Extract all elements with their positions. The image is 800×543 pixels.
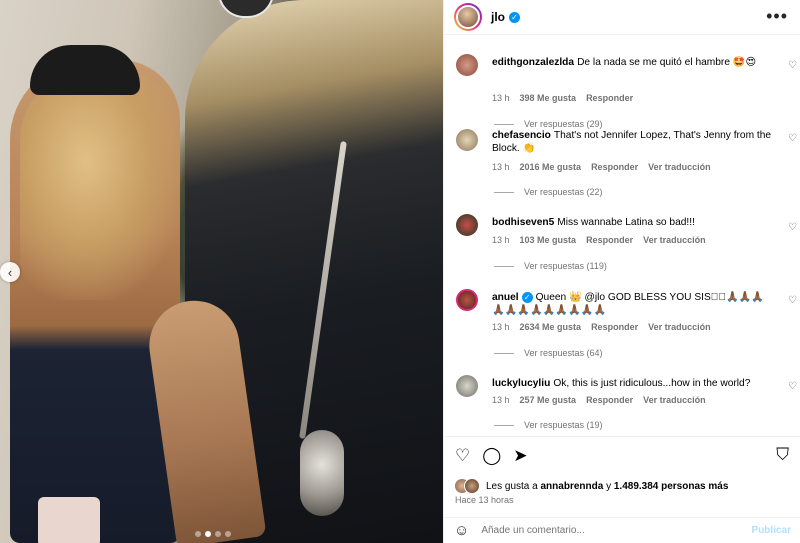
translate-button[interactable]: Ver traducción [643,235,706,245]
comment-like-icon[interactable]: ♡ [788,295,797,306]
comment-text: bodhiseven5 Miss wannabe Latina so bad!!! [492,217,695,228]
liker-username[interactable]: annabrennda [541,481,604,492]
comment-time[interactable]: 13 h [492,93,510,103]
likes-summary[interactable]: Les gusta a annabrennda y 1.489.384 pers… [454,478,728,494]
commenter-avatar[interactable] [456,375,478,397]
view-replies-button[interactable]: Ver respuestas (119) [494,261,607,271]
publish-button[interactable]: Publicar [752,525,791,536]
liker-avatar [464,478,480,494]
carousel-prev-button[interactable]: ‹ [0,262,20,282]
reply-button[interactable]: Responder [591,162,638,172]
more-options-icon[interactable]: ••• [766,6,788,27]
carousel-dots [195,531,231,537]
comment-time[interactable]: 13 h [492,235,510,245]
commenter-username[interactable]: edithgonzalezlda [492,57,574,68]
translate-button[interactable]: Ver traducción [648,162,711,172]
comment-likes[interactable]: 398 Me gusta [520,93,577,103]
comment-meta: 13 h 2016 Me gusta Responder Ver traducc… [492,162,711,172]
comment-input[interactable] [481,525,752,536]
translate-button[interactable]: Ver traducción [643,395,706,405]
commenter-username[interactable]: chefasencio [492,130,551,141]
view-replies-button[interactable]: Ver respuestas (29) [494,119,603,129]
comment-like-icon[interactable]: ♡ [788,222,797,233]
carousel-dot [195,531,201,537]
carousel-dot [215,531,221,537]
carousel-dot [225,531,231,537]
translate-button[interactable]: Ver traducción [648,322,711,332]
comment-like-icon[interactable]: ♡ [788,60,797,71]
add-comment-bar: ☺ Publicar [444,517,800,543]
image-box [38,497,100,543]
bookmark-icon[interactable]: ⛉ [776,445,789,465]
comment-likes[interactable]: 2634 Me gusta [520,322,582,332]
comment-meta: 13 h 257 Me gusta Responder Ver traducci… [492,395,706,405]
reply-button[interactable]: Responder [586,395,633,405]
verified-icon: ✓ [509,12,520,24]
reply-button[interactable]: Responder [586,235,633,245]
view-replies-button[interactable]: Ver respuestas (64) [494,348,603,358]
comment-time[interactable]: 13 h [492,395,510,405]
comment-likes[interactable]: 257 Me gusta [520,395,577,405]
comment-meta: 13 h 103 Me gusta Responder Ver traducci… [492,235,706,245]
image-pendant [300,430,344,516]
carousel-dot-active [205,531,211,537]
emoji-icon[interactable]: ☺ [454,522,469,539]
image-hair [20,70,185,300]
reply-button[interactable]: Responder [591,322,638,332]
comment-text: luckylucyliu Ok, this is just ridiculous.… [492,378,751,389]
likes-count[interactable]: 1.489.384 personas más [614,481,729,492]
comment-text: chefasencio That's not Jennifer Lopez, Th… [492,130,772,154]
comment-text: anuel ✓ Queen 👑 @jlo GOD BLESS YOU SIS🅿🏾🙏🏾… [492,291,765,316]
commenter-avatar[interactable] [456,214,478,236]
commenter-username[interactable]: bodhiseven5 [492,217,554,228]
comments-list[interactable]: edithgonzalezlda De la nada se me quitó e… [444,36,800,436]
post-time: Hace 13 horas [455,495,514,505]
post-image[interactable]: ‹ [0,0,443,543]
comment-bubble-icon[interactable]: ◯ [482,446,501,466]
comment-likes[interactable]: 103 Me gusta [520,235,577,245]
like-heart-icon[interactable]: ♡ [455,446,470,466]
commenter-avatar[interactable] [456,129,478,151]
post-sidebar: jlo ✓ ••• edithgonzalezlda De la nada se m… [443,0,800,543]
comment-text: edithgonzalezlda De la nada se me quitó e… [492,57,757,68]
comment-like-icon[interactable]: ♡ [788,381,797,392]
share-send-icon[interactable]: ➤ [513,446,527,466]
author-avatar[interactable] [454,3,482,31]
image-cap [30,45,140,95]
view-replies-button[interactable]: Ver respuestas (19) [494,420,603,430]
post-actions: ♡ ◯ ➤ ⛉ Les gusta a annabrennda y 1.489.… [444,436,800,496]
commenter-username[interactable]: anuel [492,292,519,303]
comment-time[interactable]: 13 h [492,322,510,332]
comment-like-icon[interactable]: ♡ [788,133,797,144]
view-replies-button[interactable]: Ver respuestas (22) [494,187,603,197]
commenter-avatar[interactable] [456,289,478,311]
comment-meta: 13 h 398 Me gusta Responder [492,93,633,103]
chevron-left-icon: ‹ [7,264,13,280]
comment-meta: 13 h 2634 Me gusta Responder Ver traducc… [492,322,711,332]
comment-time[interactable]: 13 h [492,162,510,172]
verified-icon: ✓ [521,291,533,303]
post-header: jlo ✓ ••• [444,0,800,35]
reply-button[interactable]: Responder [586,93,633,103]
commenter-avatar[interactable] [456,54,478,76]
comment-likes[interactable]: 2016 Me gusta [520,162,582,172]
commenter-username[interactable]: luckylucyliu [492,378,550,389]
author-username[interactable]: jlo ✓ [491,10,520,24]
